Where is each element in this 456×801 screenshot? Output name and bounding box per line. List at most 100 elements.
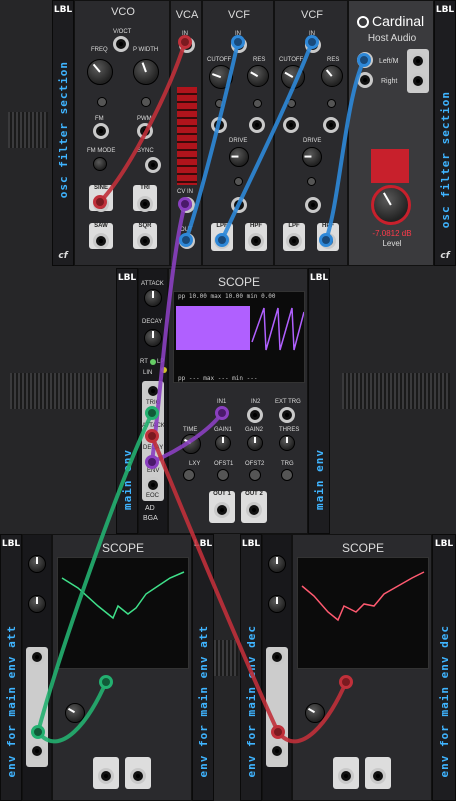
scope-out1-jack[interactable]	[98, 768, 114, 784]
vcf2-cutoff-cv-jack[interactable]	[283, 117, 299, 133]
plug-green[interactable]	[31, 725, 45, 739]
decay-knob[interactable]	[268, 595, 286, 613]
label-module[interactable]: LBL osc filter section cf	[434, 0, 456, 266]
label-module[interactable]: LBL osc filter section cf	[52, 0, 74, 266]
scope-ext-trg-jack[interactable]	[279, 407, 295, 423]
tri-jack[interactable]	[137, 196, 153, 212]
attack-knob[interactable]	[144, 289, 162, 307]
plug-purple[interactable]	[215, 406, 229, 420]
plug-purple[interactable]	[145, 455, 159, 469]
scope-ofst2-knob[interactable]	[249, 469, 261, 481]
vcf1-hpf-jack[interactable]	[248, 233, 264, 249]
host-audio-module[interactable]: Cardinal Host Audio Left/M Right -7.0812…	[348, 0, 434, 266]
vcf2-res-knob[interactable]	[321, 65, 343, 87]
trig-jack[interactable]	[269, 649, 285, 665]
vcf2-res-cv-jack[interactable]	[323, 117, 339, 133]
envelope-module-dec[interactable]	[262, 534, 292, 801]
rt-led[interactable]	[150, 359, 156, 365]
vcf2-drive-cv-jack[interactable]	[305, 197, 321, 213]
pwidth-knob[interactable]	[133, 59, 159, 85]
freq-knob[interactable]	[87, 59, 113, 85]
lp-led[interactable]	[161, 367, 167, 373]
eoc-jack[interactable]	[29, 743, 45, 759]
scope-time-knob[interactable]	[181, 434, 201, 454]
vcf1-drive-att[interactable]	[234, 177, 243, 186]
eoc-jack[interactable]	[269, 743, 285, 759]
plug-red[interactable]	[145, 429, 159, 443]
scope-out2-jack[interactable]	[246, 502, 262, 518]
envelope-module-att[interactable]	[22, 534, 52, 801]
label-module[interactable]: LBL main env	[116, 268, 138, 534]
vcf1-cutoff-att[interactable]	[215, 99, 224, 108]
plug-red[interactable]	[339, 675, 353, 689]
scope-out1-jack[interactable]	[214, 502, 230, 518]
attack-knob[interactable]	[268, 555, 286, 573]
scope-module[interactable]: SCOPE pp 10.00 max 10.00 min 0.00 pp ---…	[168, 268, 308, 534]
vcf1-drive-cv-jack[interactable]	[231, 197, 247, 213]
scope-time-knob[interactable]	[305, 703, 325, 723]
plug-red[interactable]	[178, 35, 192, 49]
decay-knob[interactable]	[144, 329, 162, 347]
saw-jack[interactable]	[93, 233, 109, 249]
scope-gain2-knob[interactable]	[247, 435, 263, 451]
fm-input-jack[interactable]	[93, 123, 109, 139]
scope-out1-jack[interactable]	[338, 768, 354, 784]
eoc-jack[interactable]	[145, 477, 161, 493]
scope-module-att[interactable]: SCOPE	[52, 534, 192, 801]
right-output-jack[interactable]	[410, 73, 426, 89]
voct-input-jack[interactable]	[113, 36, 129, 52]
scope-time-knob[interactable]	[65, 703, 85, 723]
plug-blue[interactable]	[357, 53, 371, 67]
vcf1-drive-knob[interactable]	[229, 147, 249, 167]
plug-red[interactable]	[93, 195, 107, 209]
trig-jack[interactable]	[29, 649, 45, 665]
plug-blue[interactable]	[319, 233, 333, 247]
vcf1-res-att[interactable]	[253, 99, 262, 108]
sync-input-jack[interactable]	[145, 157, 161, 173]
vcf2-res-att[interactable]	[327, 99, 336, 108]
level-knob[interactable]	[371, 185, 411, 225]
plug-red[interactable]	[271, 725, 285, 739]
scope-out2-jack[interactable]	[370, 768, 386, 784]
vco-module[interactable]: VCO V/OCT FREQ P WIDTH FM PWM FM MODE SY…	[74, 0, 170, 266]
pwm-input-jack[interactable]	[137, 123, 153, 139]
scope-out2-jack[interactable]	[130, 768, 146, 784]
envelope-module[interactable]: ATTACK DECAY RT LP LIN TRIG ATTACK DECAY…	[138, 268, 168, 534]
label-module[interactable]: LBL env for main env att	[0, 534, 22, 801]
pwm-attenuator[interactable]	[141, 97, 151, 107]
attack-knob[interactable]	[28, 555, 46, 573]
scope-ofst1-knob[interactable]	[217, 469, 229, 481]
plug-green[interactable]	[99, 675, 113, 689]
scope-trg-button[interactable]	[281, 469, 293, 481]
label-module[interactable]: LBL main env	[308, 268, 330, 534]
scope-in2-jack[interactable]	[247, 407, 263, 423]
plug-blue[interactable]	[305, 35, 319, 49]
plug-blue[interactable]	[215, 233, 229, 247]
scope-thres-knob[interactable]	[279, 435, 295, 451]
scope-gain1-knob[interactable]	[215, 435, 231, 451]
vcf2-lpf-jack[interactable]	[286, 233, 302, 249]
label-module[interactable]: LBL env for main env att	[192, 534, 214, 801]
plug-purple[interactable]	[178, 197, 192, 211]
vcf2-cutoff-knob[interactable]	[281, 65, 305, 89]
fm-mode-switch[interactable]	[93, 157, 107, 171]
right-input-jack[interactable]	[357, 72, 373, 88]
fm-attenuator[interactable]	[97, 97, 107, 107]
decay-knob[interactable]	[28, 595, 46, 613]
vcf2-drive-knob[interactable]	[302, 147, 322, 167]
label-module[interactable]: LBL env for main env dec	[432, 534, 456, 801]
vcf1-res-cv-jack[interactable]	[249, 117, 265, 133]
label-module[interactable]: LBL env for main env dec	[240, 534, 262, 801]
vcf1-cutoff-knob[interactable]	[209, 65, 233, 89]
vcf2-cutoff-att[interactable]	[287, 99, 296, 108]
vcf2-drive-att[interactable]	[307, 177, 316, 186]
vcf1-res-knob[interactable]	[247, 65, 269, 87]
scope-lxy-button[interactable]	[183, 469, 195, 481]
sqr-jack[interactable]	[137, 233, 153, 249]
plug-blue[interactable]	[231, 35, 245, 49]
left-output-jack[interactable]	[410, 53, 426, 69]
trig-jack[interactable]	[145, 383, 161, 399]
scope-module-dec[interactable]: SCOPE	[292, 534, 432, 801]
plug-blue[interactable]	[179, 233, 193, 247]
vcf1-cutoff-cv-jack[interactable]	[211, 117, 227, 133]
